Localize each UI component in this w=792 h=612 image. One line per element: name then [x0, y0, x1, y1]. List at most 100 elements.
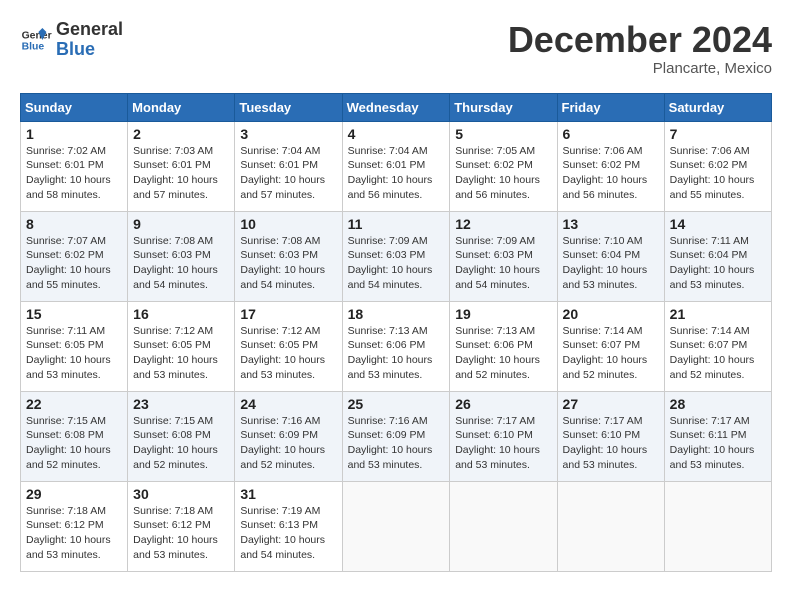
- day-number: 23: [133, 396, 229, 412]
- day-info: Sunrise: 7:08 AM Sunset: 6:03 PM Dayligh…: [240, 234, 336, 293]
- month-title: December 2024: [508, 20, 772, 60]
- day-number: 5: [455, 126, 551, 142]
- calendar-week-2: 8 Sunrise: 7:07 AM Sunset: 6:02 PM Dayli…: [21, 211, 772, 301]
- calendar-day-4: 4 Sunrise: 7:04 AM Sunset: 6:01 PM Dayli…: [342, 121, 450, 211]
- calendar-day-12: 12 Sunrise: 7:09 AM Sunset: 6:03 PM Dayl…: [450, 211, 557, 301]
- day-info: Sunrise: 7:14 AM Sunset: 6:07 PM Dayligh…: [670, 324, 766, 383]
- logo-icon: General Blue: [20, 24, 52, 56]
- day-number: 14: [670, 216, 766, 232]
- calendar-day-10: 10 Sunrise: 7:08 AM Sunset: 6:03 PM Dayl…: [235, 211, 342, 301]
- calendar-day-18: 18 Sunrise: 7:13 AM Sunset: 6:06 PM Dayl…: [342, 301, 450, 391]
- header-tuesday: Tuesday: [235, 93, 342, 121]
- day-info: Sunrise: 7:19 AM Sunset: 6:13 PM Dayligh…: [240, 504, 336, 563]
- day-info: Sunrise: 7:12 AM Sunset: 6:05 PM Dayligh…: [133, 324, 229, 383]
- day-number: 22: [26, 396, 122, 412]
- header-wednesday: Wednesday: [342, 93, 450, 121]
- day-number: 2: [133, 126, 229, 142]
- day-number: 19: [455, 306, 551, 322]
- calendar-week-1: 1 Sunrise: 7:02 AM Sunset: 6:01 PM Dayli…: [21, 121, 772, 211]
- header-thursday: Thursday: [450, 93, 557, 121]
- day-info: Sunrise: 7:10 AM Sunset: 6:04 PM Dayligh…: [563, 234, 659, 293]
- calendar-day-27: 27 Sunrise: 7:17 AM Sunset: 6:10 PM Dayl…: [557, 391, 664, 481]
- subtitle: Plancarte, Mexico: [508, 60, 772, 77]
- calendar-day-20: 20 Sunrise: 7:14 AM Sunset: 6:07 PM Dayl…: [557, 301, 664, 391]
- logo: General Blue General Blue: [20, 20, 123, 60]
- day-info: Sunrise: 7:03 AM Sunset: 6:01 PM Dayligh…: [133, 144, 229, 203]
- calendar-day-11: 11 Sunrise: 7:09 AM Sunset: 6:03 PM Dayl…: [342, 211, 450, 301]
- logo-line2: Blue: [56, 40, 123, 60]
- calendar-day-2: 2 Sunrise: 7:03 AM Sunset: 6:01 PM Dayli…: [128, 121, 235, 211]
- svg-text:Blue: Blue: [22, 41, 45, 52]
- calendar-week-5: 29 Sunrise: 7:18 AM Sunset: 6:12 PM Dayl…: [21, 481, 772, 571]
- calendar-day-14: 14 Sunrise: 7:11 AM Sunset: 6:04 PM Dayl…: [664, 211, 771, 301]
- day-info: Sunrise: 7:15 AM Sunset: 6:08 PM Dayligh…: [133, 414, 229, 473]
- day-number: 9: [133, 216, 229, 232]
- day-number: 6: [563, 126, 659, 142]
- day-number: 17: [240, 306, 336, 322]
- calendar-day-19: 19 Sunrise: 7:13 AM Sunset: 6:06 PM Dayl…: [450, 301, 557, 391]
- day-number: 30: [133, 486, 229, 502]
- title-block: December 2024 Plancarte, Mexico: [508, 20, 772, 77]
- day-info: Sunrise: 7:15 AM Sunset: 6:08 PM Dayligh…: [26, 414, 122, 473]
- day-number: 4: [348, 126, 445, 142]
- day-info: Sunrise: 7:16 AM Sunset: 6:09 PM Dayligh…: [240, 414, 336, 473]
- calendar-day-13: 13 Sunrise: 7:10 AM Sunset: 6:04 PM Dayl…: [557, 211, 664, 301]
- day-number: 31: [240, 486, 336, 502]
- calendar-day-26: 26 Sunrise: 7:17 AM Sunset: 6:10 PM Dayl…: [450, 391, 557, 481]
- day-number: 29: [26, 486, 122, 502]
- day-info: Sunrise: 7:12 AM Sunset: 6:05 PM Dayligh…: [240, 324, 336, 383]
- day-number: 21: [670, 306, 766, 322]
- day-number: 11: [348, 216, 445, 232]
- day-number: 16: [133, 306, 229, 322]
- calendar-day-22: 22 Sunrise: 7:15 AM Sunset: 6:08 PM Dayl…: [21, 391, 128, 481]
- calendar-week-4: 22 Sunrise: 7:15 AM Sunset: 6:08 PM Dayl…: [21, 391, 772, 481]
- calendar-day-31: 31 Sunrise: 7:19 AM Sunset: 6:13 PM Dayl…: [235, 481, 342, 571]
- calendar-day-1: 1 Sunrise: 7:02 AM Sunset: 6:01 PM Dayli…: [21, 121, 128, 211]
- calendar-day-6: 6 Sunrise: 7:06 AM Sunset: 6:02 PM Dayli…: [557, 121, 664, 211]
- day-info: Sunrise: 7:13 AM Sunset: 6:06 PM Dayligh…: [455, 324, 551, 383]
- header-monday: Monday: [128, 93, 235, 121]
- day-info: Sunrise: 7:06 AM Sunset: 6:02 PM Dayligh…: [670, 144, 766, 203]
- day-info: Sunrise: 7:17 AM Sunset: 6:10 PM Dayligh…: [563, 414, 659, 473]
- day-number: 8: [26, 216, 122, 232]
- logo-text: General Blue: [56, 20, 123, 60]
- day-info: Sunrise: 7:18 AM Sunset: 6:12 PM Dayligh…: [133, 504, 229, 563]
- day-info: Sunrise: 7:02 AM Sunset: 6:01 PM Dayligh…: [26, 144, 122, 203]
- day-info: Sunrise: 7:04 AM Sunset: 6:01 PM Dayligh…: [240, 144, 336, 203]
- calendar-day-8: 8 Sunrise: 7:07 AM Sunset: 6:02 PM Dayli…: [21, 211, 128, 301]
- day-number: 7: [670, 126, 766, 142]
- day-number: 24: [240, 396, 336, 412]
- empty-cell: [557, 481, 664, 571]
- calendar-day-3: 3 Sunrise: 7:04 AM Sunset: 6:01 PM Dayli…: [235, 121, 342, 211]
- calendar-day-9: 9 Sunrise: 7:08 AM Sunset: 6:03 PM Dayli…: [128, 211, 235, 301]
- day-number: 13: [563, 216, 659, 232]
- empty-cell: [450, 481, 557, 571]
- empty-cell: [342, 481, 450, 571]
- day-number: 25: [348, 396, 445, 412]
- calendar-day-21: 21 Sunrise: 7:14 AM Sunset: 6:07 PM Dayl…: [664, 301, 771, 391]
- day-number: 18: [348, 306, 445, 322]
- day-number: 28: [670, 396, 766, 412]
- day-number: 27: [563, 396, 659, 412]
- empty-cell: [664, 481, 771, 571]
- header-friday: Friday: [557, 93, 664, 121]
- day-info: Sunrise: 7:09 AM Sunset: 6:03 PM Dayligh…: [348, 234, 445, 293]
- header-sunday: Sunday: [21, 93, 128, 121]
- header-saturday: Saturday: [664, 93, 771, 121]
- calendar-day-17: 17 Sunrise: 7:12 AM Sunset: 6:05 PM Dayl…: [235, 301, 342, 391]
- calendar-table: Sunday Monday Tuesday Wednesday Thursday…: [20, 93, 772, 572]
- day-number: 20: [563, 306, 659, 322]
- calendar-week-3: 15 Sunrise: 7:11 AM Sunset: 6:05 PM Dayl…: [21, 301, 772, 391]
- calendar-day-15: 15 Sunrise: 7:11 AM Sunset: 6:05 PM Dayl…: [21, 301, 128, 391]
- day-info: Sunrise: 7:04 AM Sunset: 6:01 PM Dayligh…: [348, 144, 445, 203]
- day-number: 15: [26, 306, 122, 322]
- calendar-day-30: 30 Sunrise: 7:18 AM Sunset: 6:12 PM Dayl…: [128, 481, 235, 571]
- day-number: 1: [26, 126, 122, 142]
- logo-line1: General: [56, 20, 123, 40]
- calendar-day-29: 29 Sunrise: 7:18 AM Sunset: 6:12 PM Dayl…: [21, 481, 128, 571]
- day-info: Sunrise: 7:18 AM Sunset: 6:12 PM Dayligh…: [26, 504, 122, 563]
- day-info: Sunrise: 7:06 AM Sunset: 6:02 PM Dayligh…: [563, 144, 659, 203]
- calendar-day-23: 23 Sunrise: 7:15 AM Sunset: 6:08 PM Dayl…: [128, 391, 235, 481]
- day-info: Sunrise: 7:16 AM Sunset: 6:09 PM Dayligh…: [348, 414, 445, 473]
- page-header: General Blue General Blue December 2024 …: [20, 20, 772, 77]
